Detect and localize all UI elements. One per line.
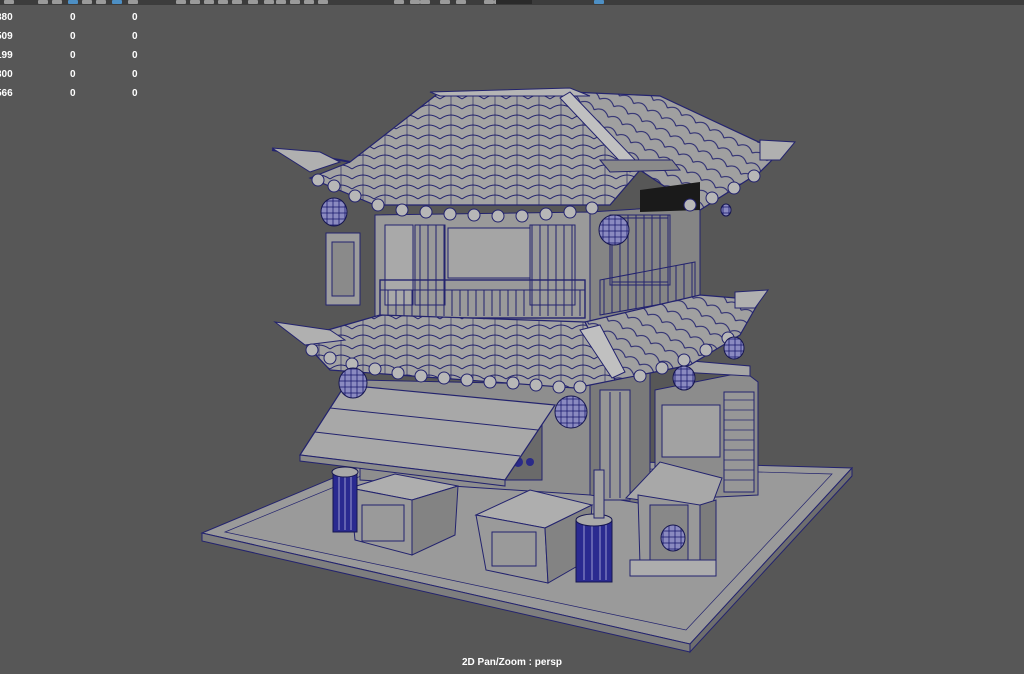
gamma-value-field[interactable] — [496, 0, 532, 4]
hud-cell: 0 — [70, 88, 76, 99]
lasso-tool-icon[interactable] — [38, 0, 48, 4]
smooth-shade-icon[interactable] — [440, 0, 450, 4]
resolution-gate-icon[interactable] — [304, 0, 314, 4]
render-settings-icon[interactable] — [248, 0, 258, 4]
hud-cell: 0 — [70, 69, 76, 80]
snap-curve-icon[interactable] — [128, 0, 138, 4]
hud-cell: 0 — [70, 12, 76, 23]
upper-roof — [271, 87, 797, 223]
wireframe-icon[interactable] — [420, 0, 430, 4]
hud-cell: 509 — [0, 31, 13, 42]
snap-grid-icon[interactable] — [112, 0, 122, 4]
hud-cell: 0 — [70, 50, 76, 61]
snap-plane-icon[interactable] — [190, 0, 200, 4]
hypershade-icon[interactable] — [264, 0, 274, 4]
scene-model-render — [200, 87, 854, 654]
hud-cell: 0 — [132, 31, 138, 42]
hud-cell: 0 — [132, 88, 138, 99]
hud-cell: 0 — [70, 31, 76, 42]
hud-cell: 300 — [0, 69, 13, 80]
paint-tool-icon[interactable] — [52, 0, 62, 4]
field-chart-icon[interactable] — [318, 0, 328, 4]
perspective-viewport[interactable] — [0, 0, 1024, 669]
grid-icon[interactable] — [410, 0, 420, 4]
scale-tool-icon[interactable] — [96, 0, 106, 4]
rotate-tool-icon[interactable] — [82, 0, 92, 4]
hud-cell: 566 — [0, 88, 13, 99]
select-tool-icon[interactable] — [4, 0, 14, 4]
camera-label: 2D Pan/Zoom : persp — [461, 657, 562, 668]
lock-icon[interactable] — [290, 0, 300, 4]
hud-cell: 380 — [0, 12, 13, 23]
render-icon[interactable] — [218, 0, 228, 4]
textured-icon[interactable] — [456, 0, 466, 4]
camera-icon[interactable] — [276, 0, 286, 4]
move-tool-icon[interactable] — [68, 0, 78, 4]
history-icon[interactable] — [204, 0, 214, 4]
viewport-toolbar — [0, 0, 1024, 5]
ipr-render-icon[interactable] — [232, 0, 242, 4]
xray-icon[interactable] — [594, 0, 604, 4]
snap-point-icon[interactable] — [176, 0, 186, 4]
hud-cell: 0 — [132, 69, 138, 80]
hud-cell: 199 — [0, 50, 13, 61]
safe-action-icon[interactable] — [394, 0, 404, 4]
hud-cell: 0 — [132, 50, 138, 61]
lighting-icon[interactable] — [484, 0, 494, 4]
hud-cell: 0 — [132, 12, 138, 23]
